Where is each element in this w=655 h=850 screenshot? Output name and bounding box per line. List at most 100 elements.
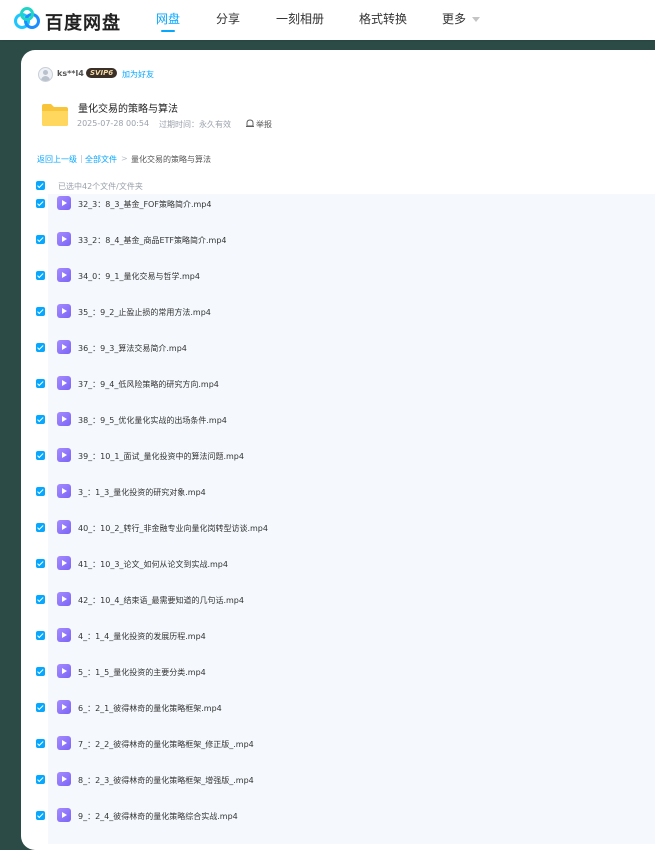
file-name[interactable]: 5_：1_5_量化投资的主要分类.mp4 [78,667,206,678]
file-name[interactable]: 38_：9_5_优化量化实战的出场条件.mp4 [78,415,227,426]
video-file-icon [57,304,71,318]
file-name[interactable]: 37_：9_4_低风险策略的研究方向.mp4 [78,379,219,390]
video-file-icon [57,268,71,282]
file-row[interactable]: 5_：1_5_量化投资的主要分类.mp4 [21,654,655,690]
video-file-icon [57,808,71,822]
share-card: ks**l4 SVIP6 加为好友 量化交易的策略与算法 2025-07-28 … [21,50,655,850]
file-checkbox[interactable] [36,487,45,496]
video-file-icon [57,772,71,786]
file-name[interactable]: 9_：2_4_彼得林奇的量化策略综合实战.mp4 [78,811,238,822]
file-row[interactable]: 35_：9_2_止盈止损的常用方法.mp4 [21,294,655,330]
video-file-icon [57,196,71,210]
file-name[interactable]: 32_3：8_3_基金_FOF策略简介.mp4 [78,199,211,210]
breadcrumb-separator: | [80,154,83,163]
video-file-icon [57,376,71,390]
nav-tab-format-convert[interactable]: 格式转换 [359,10,407,27]
file-row[interactable]: 34_0：9_1_量化交易与哲学.mp4 [21,258,655,294]
logo-text: 百度网盘 [45,13,121,34]
file-name[interactable]: 4_：1_4_量化投资的发展历程.mp4 [78,631,206,642]
file-checkbox[interactable] [36,739,45,748]
video-file-icon [57,412,71,426]
file-checkbox[interactable] [36,451,45,460]
file-row[interactable]: 32_3：8_3_基金_FOF策略简介.mp4 [21,186,655,222]
file-row[interactable]: 42_：10_4_结束语_最需要知道的几句话.mp4 [21,582,655,618]
report-icon [246,119,254,127]
breadcrumb-back[interactable]: 返回上一级 [37,154,77,165]
baidu-netdisk-logo[interactable]: 百度网盘 [13,6,120,34]
add-friend-link[interactable]: 加为好友 [122,69,154,80]
file-checkbox[interactable] [36,775,45,784]
file-checkbox[interactable] [36,811,45,820]
file-checkbox[interactable] [36,271,45,280]
file-row[interactable]: 7_：2_2_彼得林奇的量化策略框架_修正版_.mp4 [21,726,655,762]
file-name[interactable]: 33_2：8_4_基金_商品ETF策略简介.mp4 [78,235,227,246]
file-checkbox[interactable] [36,307,45,316]
top-navigation-bar: 百度网盘 网盘 分享 一刻相册 格式转换 更多 [0,0,655,40]
share-time: 2025-07-28 00:54 [77,119,150,128]
breadcrumb-all-files[interactable]: 全部文件 [85,154,117,165]
active-tab-indicator [161,30,175,32]
breadcrumb-chevron: > [121,154,128,163]
file-checkbox[interactable] [36,199,45,208]
video-file-icon [57,484,71,498]
user-avatar[interactable] [38,67,53,82]
file-row[interactable]: 3_：1_3_量化投资的研究对象.mp4 [21,474,655,510]
nav-tab-share[interactable]: 分享 [216,10,240,27]
file-name[interactable]: 34_0：9_1_量化交易与哲学.mp4 [78,271,200,282]
cloud-logo-icon [14,7,40,29]
file-name[interactable]: 40_：10_2_转行_非金融专业向量化岗转型访谈.mp4 [78,523,268,534]
video-file-icon [57,700,71,714]
file-checkbox[interactable] [36,631,45,640]
chevron-down-icon [472,17,481,22]
file-row[interactable]: 39_：10_1_面试_量化投资中的算法问题.mp4 [21,438,655,474]
video-file-icon [57,448,71,462]
video-file-icon [57,664,71,678]
file-name[interactable]: 8_：2_3_彼得林奇的量化策略框架_增强版_.mp4 [78,775,254,786]
file-name[interactable]: 36_：9_3_算法交易简介.mp4 [78,343,187,354]
video-file-icon [57,520,71,534]
video-file-icon [57,232,71,246]
file-checkbox[interactable] [36,703,45,712]
video-file-icon [57,628,71,642]
file-row[interactable]: 37_：9_4_低风险策略的研究方向.mp4 [21,366,655,402]
folder-icon [42,104,68,126]
file-row[interactable]: 33_2：8_4_基金_商品ETF策略简介.mp4 [21,222,655,258]
file-name[interactable]: 39_：10_1_面试_量化投资中的算法问题.mp4 [78,451,244,462]
file-name[interactable]: 41_：10_3_论文_如何从论文到实战.mp4 [78,559,228,570]
file-checkbox[interactable] [36,235,45,244]
file-checkbox[interactable] [36,559,45,568]
video-file-icon [57,592,71,606]
file-row[interactable]: 38_：9_5_优化量化实战的出场条件.mp4 [21,402,655,438]
video-file-icon [57,736,71,750]
file-row[interactable]: 36_：9_3_算法交易简介.mp4 [21,330,655,366]
file-row[interactable]: 41_：10_3_论文_如何从论文到实战.mp4 [21,546,655,582]
sharer-username[interactable]: ks**l4 [57,69,84,78]
file-name[interactable]: 35_：9_2_止盈止损的常用方法.mp4 [78,307,211,318]
file-checkbox[interactable] [36,667,45,676]
share-title: 量化交易的策略与算法 [78,104,178,115]
file-row[interactable]: 4_：1_4_量化投资的发展历程.mp4 [21,618,655,654]
share-expire-time: 过期时间：永久有效 [159,120,231,129]
file-checkbox[interactable] [36,415,45,424]
vip-badge: SVIP6 [86,68,118,78]
nav-tab-netdisk[interactable]: 网盘 [156,10,180,27]
file-name[interactable]: 6_：2_1_彼得林奇的量化策略框架.mp4 [78,703,222,714]
file-checkbox[interactable] [36,379,45,388]
video-file-icon [57,340,71,354]
file-row[interactable]: 9_：2_4_彼得林奇的量化策略综合实战.mp4 [21,798,655,834]
video-file-icon [57,556,71,570]
nav-more-label: 更多 [442,12,467,26]
file-row[interactable]: 40_：10_2_转行_非金融专业向量化岗转型访谈.mp4 [21,510,655,546]
file-checkbox[interactable] [36,523,45,532]
file-name[interactable]: 3_：1_3_量化投资的研究对象.mp4 [78,487,206,498]
breadcrumb-current: 量化交易的策略与算法 [131,155,211,164]
file-row[interactable]: 8_：2_3_彼得林奇的量化策略框架_增强版_.mp4 [21,762,655,798]
nav-tab-more[interactable]: 更多 [442,10,481,27]
nav-tab-album[interactable]: 一刻相册 [276,10,324,27]
file-row[interactable]: 6_：2_1_彼得林奇的量化策略框架.mp4 [21,690,655,726]
report-link[interactable]: 举报 [256,119,272,130]
file-name[interactable]: 42_：10_4_结束语_最需要知道的几句话.mp4 [78,595,244,606]
file-name[interactable]: 7_：2_2_彼得林奇的量化策略框架_修正版_.mp4 [78,739,254,750]
file-checkbox[interactable] [36,343,45,352]
file-checkbox[interactable] [36,595,45,604]
